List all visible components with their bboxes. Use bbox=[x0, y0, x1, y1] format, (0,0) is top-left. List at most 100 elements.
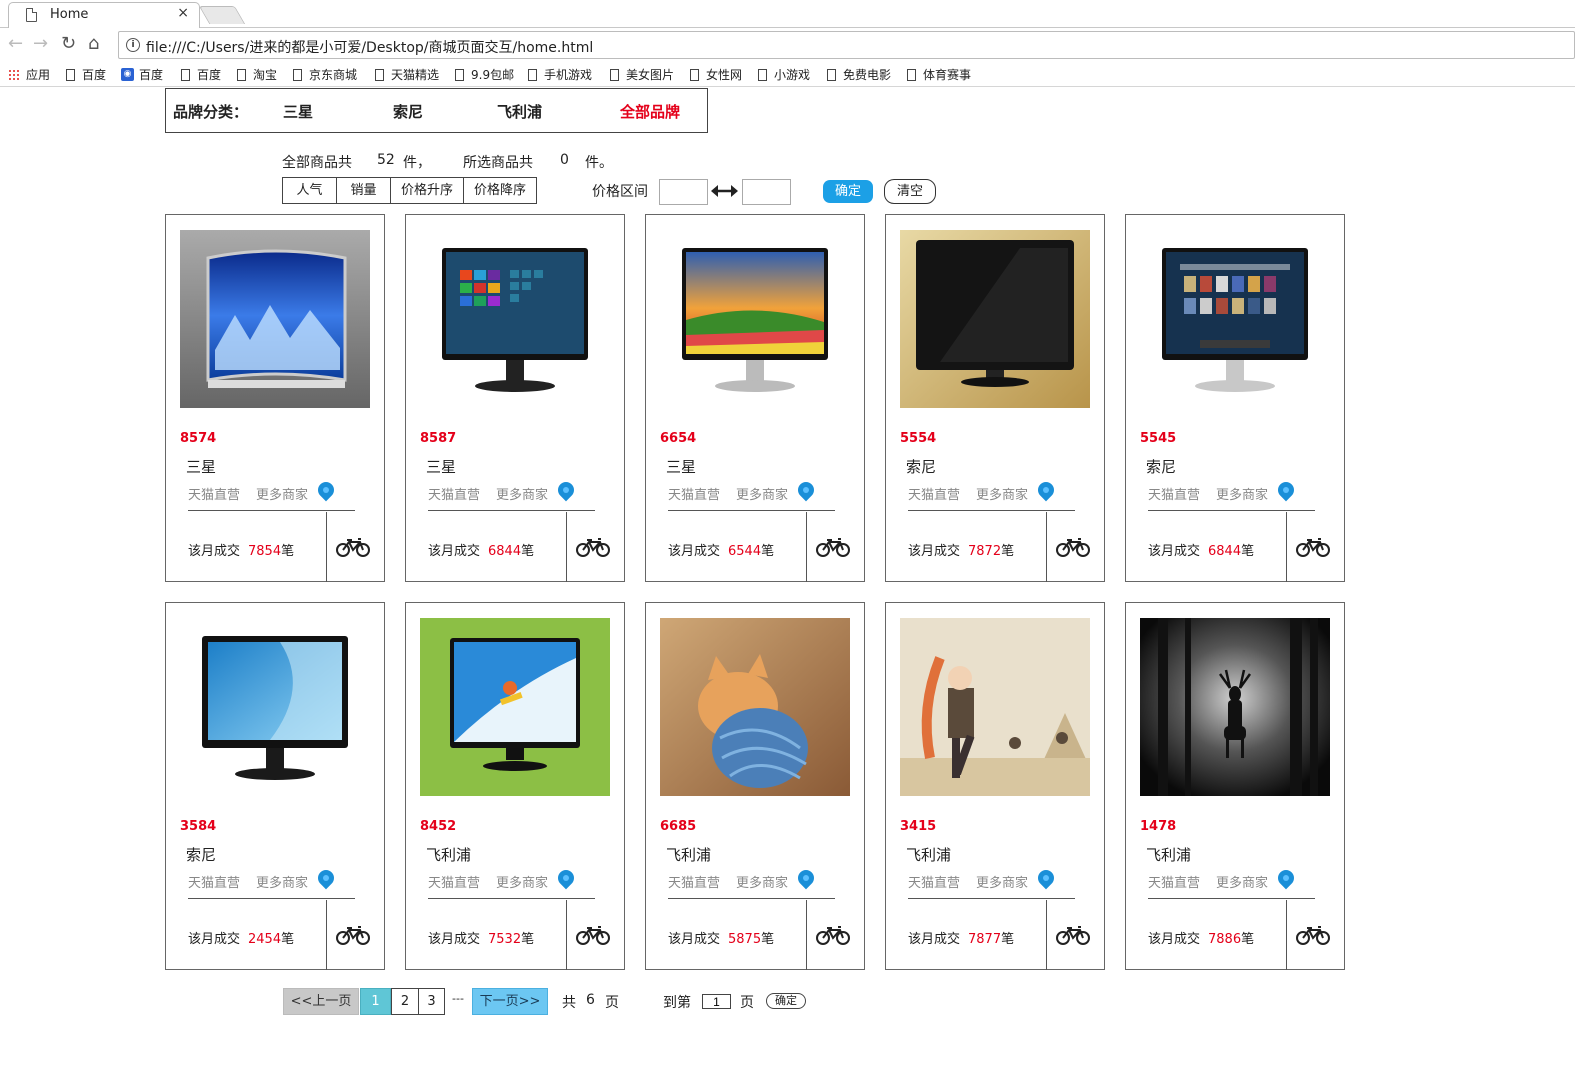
more-sellers-link[interactable]: 更多商家 bbox=[256, 872, 308, 891]
tmall-direct-link[interactable]: 天猫直营 bbox=[1148, 872, 1200, 891]
bookmark-item[interactable]: ◉ 百度 bbox=[121, 66, 163, 83]
product-card[interactable]: 8574 三星 天猫直营 更多商家 该月成交 7854笔 bbox=[165, 214, 385, 582]
product-image[interactable] bbox=[660, 618, 850, 796]
product-card[interactable]: 3584 索尼 天猫直营 更多商家 该月成交 2454笔 bbox=[165, 602, 385, 970]
bookmark-item[interactable]: 淘宝 bbox=[237, 66, 277, 83]
price-max-input[interactable] bbox=[742, 179, 791, 205]
product-image[interactable] bbox=[1140, 230, 1330, 408]
more-sellers-link[interactable]: 更多商家 bbox=[976, 872, 1028, 891]
divider bbox=[566, 512, 567, 582]
product-card[interactable]: 6654 三星 天猫直营 更多商家 该月成交 6544笔 bbox=[645, 214, 865, 582]
monthly-sales-label: 该月成交 bbox=[428, 544, 481, 559]
bicycle-icon[interactable] bbox=[336, 925, 370, 945]
tmall-direct-link[interactable]: 天猫直营 bbox=[908, 872, 960, 891]
bookmark-item[interactable]: 体育赛事 bbox=[907, 66, 971, 83]
bookmark-item[interactable]: 免费电影 bbox=[827, 66, 891, 83]
page-1-button[interactable]: 1 bbox=[360, 988, 391, 1015]
more-sellers-link[interactable]: 更多商家 bbox=[256, 484, 308, 503]
bicycle-icon[interactable] bbox=[816, 537, 850, 557]
monthly-sales: 该月成交 7854笔 bbox=[188, 540, 294, 559]
tmall-direct-link[interactable]: 天猫直营 bbox=[668, 484, 720, 503]
product-card[interactable]: 8452 飞利浦 天猫直营 更多商家 该月成交 7532笔 bbox=[405, 602, 625, 970]
baidu-paw-icon: ◉ bbox=[121, 68, 134, 81]
more-sellers-link[interactable]: 更多商家 bbox=[736, 484, 788, 503]
close-tab-icon[interactable]: × bbox=[177, 5, 189, 21]
page-2-button[interactable]: 2 bbox=[391, 988, 419, 1015]
bookmark-apps[interactable]: 应用 bbox=[8, 66, 50, 83]
more-sellers-link[interactable]: 更多商家 bbox=[736, 872, 788, 891]
bicycle-icon[interactable] bbox=[1296, 925, 1330, 945]
tmall-direct-link[interactable]: 天猫直营 bbox=[188, 872, 240, 891]
bookmark-item[interactable]: 女性网 bbox=[690, 66, 742, 83]
address-bar[interactable]: i file:///C:/Users/进来的都是小可爱/Desktop/商城页面… bbox=[118, 31, 1575, 59]
bicycle-icon[interactable] bbox=[576, 925, 610, 945]
tmall-direct-link[interactable]: 天猫直营 bbox=[1148, 484, 1200, 503]
new-tab-button[interactable] bbox=[198, 6, 246, 24]
more-sellers-link[interactable]: 更多商家 bbox=[1216, 484, 1268, 503]
price-confirm-button[interactable]: 确定 bbox=[823, 180, 873, 203]
tmall-direct-link[interactable]: 天猫直营 bbox=[668, 872, 720, 891]
home-icon[interactable]: ⌂ bbox=[88, 34, 99, 54]
bicycle-icon[interactable] bbox=[1056, 925, 1090, 945]
prev-page-button[interactable]: <<上一页 bbox=[283, 988, 359, 1015]
tmall-direct-link[interactable]: 天猫直营 bbox=[428, 872, 480, 891]
goto-page-input[interactable] bbox=[702, 994, 731, 1009]
bookmark-item[interactable]: 百度 bbox=[181, 66, 221, 83]
price-clear-button[interactable]: 清空 bbox=[884, 179, 936, 204]
bookmark-item[interactable]: 京东商城 bbox=[293, 66, 357, 83]
product-image[interactable] bbox=[1140, 618, 1330, 796]
product-card[interactable]: 5545 索尼 天猫直营 更多商家 该月成交 6844笔 bbox=[1125, 214, 1345, 582]
bookmark-item[interactable]: 百度 bbox=[66, 66, 106, 83]
bookmark-item[interactable]: 手机游戏 bbox=[528, 66, 592, 83]
tmall-direct-link[interactable]: 天猫直营 bbox=[908, 484, 960, 503]
brand-option-philips[interactable]: 飞利浦 bbox=[497, 101, 542, 122]
page-3-button[interactable]: 3 bbox=[418, 988, 445, 1015]
more-sellers-link[interactable]: 更多商家 bbox=[496, 484, 548, 503]
reload-icon[interactable]: ↻ bbox=[61, 34, 76, 54]
forward-icon[interactable]: → bbox=[33, 34, 48, 54]
bicycle-icon[interactable] bbox=[1056, 537, 1090, 557]
more-sellers-link[interactable]: 更多商家 bbox=[496, 872, 548, 891]
product-card[interactable]: 3415 飞利浦 天猫直营 更多商家 该月成交 7877笔 bbox=[885, 602, 1105, 970]
product-image[interactable] bbox=[180, 230, 370, 408]
brand-option-all[interactable]: 全部品牌 bbox=[620, 101, 680, 122]
bicycle-icon[interactable] bbox=[336, 537, 370, 557]
tmall-direct-link[interactable]: 天猫直营 bbox=[428, 484, 480, 503]
price-min-input[interactable] bbox=[659, 179, 708, 205]
bicycle-icon[interactable] bbox=[816, 925, 850, 945]
product-image[interactable] bbox=[900, 230, 1090, 408]
product-image[interactable] bbox=[420, 618, 610, 796]
divider bbox=[1148, 510, 1315, 511]
product-image[interactable] bbox=[900, 618, 1090, 796]
product-image[interactable] bbox=[660, 230, 850, 408]
info-icon[interactable]: i bbox=[126, 38, 140, 52]
goto-page-confirm-button[interactable]: 确定 bbox=[766, 993, 806, 1009]
sort-price-asc-button[interactable]: 价格升序 bbox=[390, 177, 464, 204]
product-card[interactable]: 8587 三星 天猫直营 更多商家 该月成交 6844笔 bbox=[405, 214, 625, 582]
more-sellers-link[interactable]: 更多商家 bbox=[1216, 872, 1268, 891]
bookmark-item[interactable]: 9.9包邮 bbox=[455, 66, 514, 83]
sort-price-desc-button[interactable]: 价格降序 bbox=[463, 177, 537, 204]
product-card[interactable]: 5554 索尼 天猫直营 更多商家 该月成交 7872笔 bbox=[885, 214, 1105, 582]
back-icon[interactable]: ← bbox=[8, 34, 23, 54]
product-image[interactable] bbox=[420, 230, 610, 408]
sort-popularity-button[interactable]: 人气 bbox=[282, 177, 337, 204]
brand-option-sony[interactable]: 索尼 bbox=[393, 101, 423, 122]
monthly-sales: 该月成交 2454笔 bbox=[188, 928, 294, 947]
monthly-sales-label: 该月成交 bbox=[428, 932, 481, 947]
location-pin-icon bbox=[554, 866, 578, 890]
product-card[interactable]: 1478 飞利浦 天猫直营 更多商家 该月成交 7886笔 bbox=[1125, 602, 1345, 970]
more-sellers-link[interactable]: 更多商家 bbox=[976, 484, 1028, 503]
bookmark-item[interactable]: 小游戏 bbox=[758, 66, 810, 83]
sort-sales-button[interactable]: 销量 bbox=[336, 177, 391, 204]
product-card[interactable]: 6685 飞利浦 天猫直营 更多商家 该月成交 5875笔 bbox=[645, 602, 865, 970]
bicycle-icon[interactable] bbox=[576, 537, 610, 557]
bicycle-icon[interactable] bbox=[1296, 537, 1330, 557]
product-image[interactable] bbox=[180, 618, 370, 796]
browser-tab[interactable]: Home × bbox=[8, 2, 200, 28]
next-page-button[interactable]: 下一页>> bbox=[472, 988, 548, 1015]
brand-option-samsung[interactable]: 三星 bbox=[283, 101, 313, 122]
bookmark-item[interactable]: 美女图片 bbox=[610, 66, 674, 83]
tmall-direct-link[interactable]: 天猫直营 bbox=[188, 484, 240, 503]
bookmark-item[interactable]: 天猫精选 bbox=[375, 66, 439, 83]
